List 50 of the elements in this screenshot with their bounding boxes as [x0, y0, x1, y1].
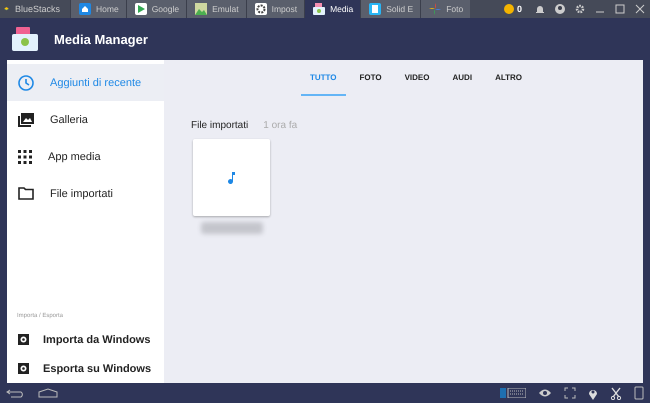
image-icon: [195, 3, 208, 15]
back-icon[interactable]: [6, 388, 26, 398]
group-time: 1 ora fa: [263, 120, 298, 131]
browser-tab[interactable]: Google: [126, 0, 186, 18]
clock-icon: [18, 74, 34, 90]
browser-tab[interactable]: Emulat: [186, 0, 246, 18]
folder-icon: [313, 3, 326, 15]
menu-item[interactable]: Importa da Windows: [7, 325, 164, 354]
photos-icon: [18, 112, 34, 126]
maximize-icon[interactable]: [615, 4, 625, 14]
file-icon: [369, 3, 382, 15]
eye-icon[interactable]: [538, 388, 552, 398]
grid-icon: [18, 150, 32, 164]
filter-tab[interactable]: FOTO: [350, 64, 391, 96]
coin-icon: [504, 4, 514, 14]
browser-tab[interactable]: Foto: [420, 0, 470, 18]
pinwheel-icon: [429, 3, 442, 15]
bell-icon[interactable]: [535, 4, 545, 14]
fullscreen-icon[interactable]: [564, 387, 576, 399]
transfer-icon: [18, 363, 29, 374]
transfer-icon: [18, 334, 29, 345]
menu-item[interactable]: Esporta su Windows: [7, 354, 164, 383]
rotate-icon[interactable]: [634, 386, 644, 400]
app-title: Media Manager: [54, 32, 148, 46]
filter-tab[interactable]: VIDEO: [396, 64, 438, 96]
browser-tab[interactable]: Home: [70, 0, 126, 18]
folder-icon: [18, 187, 34, 200]
group-title: File importati: [191, 120, 248, 131]
home-icon[interactable]: [38, 388, 58, 398]
settings-icon[interactable]: [575, 4, 585, 14]
play-icon: [134, 3, 147, 15]
browser-tab[interactable]: Solid E: [360, 0, 420, 18]
app-logo-icon: [12, 27, 38, 51]
nav-item[interactable]: Galleria: [7, 101, 164, 138]
nav-item[interactable]: File importati: [7, 175, 164, 212]
coin-count: 0: [516, 4, 522, 14]
settings-icon: [254, 3, 267, 15]
music-note-icon: [228, 172, 236, 184]
home-icon: [79, 3, 91, 15]
scissors-icon[interactable]: [610, 386, 622, 400]
keyboard-icon[interactable]: [500, 388, 526, 398]
browser-tab[interactable]: Impost: [246, 0, 304, 18]
filter-tab[interactable]: ALTRO: [486, 64, 532, 96]
close-icon[interactable]: [635, 4, 645, 14]
browser-tab[interactable]: Media: [304, 0, 360, 18]
account-icon[interactable]: [555, 4, 565, 14]
blurred-label: [201, 222, 263, 234]
app-brand: BlueStacks: [14, 4, 60, 14]
nav-item[interactable]: App media: [7, 138, 164, 175]
filter-tab[interactable]: AUDI: [444, 64, 482, 96]
